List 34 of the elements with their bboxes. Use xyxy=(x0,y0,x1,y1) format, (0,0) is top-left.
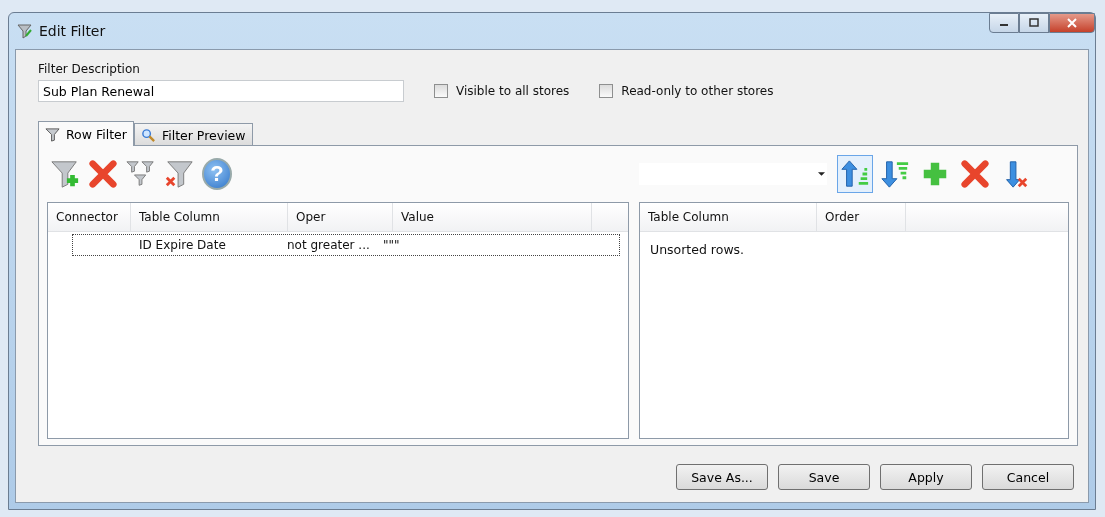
close-button[interactable] xyxy=(1049,13,1095,33)
column-header[interactable]: Oper xyxy=(288,203,393,231)
grid-row[interactable]: ID Expire Date not greater ... """ xyxy=(72,234,620,256)
dialog-button[interactable]: Apply xyxy=(880,464,972,490)
table-cell-text: """ xyxy=(382,237,401,254)
column-header[interactable]: Connector xyxy=(48,203,131,231)
minimize-button[interactable] xyxy=(989,13,1019,33)
empty-message: Unsorted rows. xyxy=(649,241,746,259)
dialog-button[interactable]: Cancel xyxy=(982,464,1074,490)
column-header[interactable]: Table Column xyxy=(640,203,817,231)
field-label: Filter Description xyxy=(38,62,141,76)
maximize-button[interactable] xyxy=(1019,13,1049,33)
funnel-icon xyxy=(45,127,60,142)
tab[interactable]: Filter Preview xyxy=(133,123,253,145)
checkbox-label: Read-only to other stores xyxy=(621,84,774,98)
checkbox[interactable] xyxy=(434,84,448,98)
search-icon xyxy=(140,127,156,143)
window-title: Edit Filter xyxy=(39,23,106,39)
dropdown-arrow-icon xyxy=(818,172,825,176)
column-header[interactable]: Value xyxy=(393,203,592,231)
table-cell-text: not greater ... xyxy=(286,237,371,254)
funnel-icon xyxy=(17,23,33,39)
table-cell-text: ID Expire Date xyxy=(138,237,227,254)
column-header[interactable]: Table Column xyxy=(131,203,288,231)
maximize-icon xyxy=(1028,18,1040,28)
checkbox-label: Visible to all stores xyxy=(456,84,570,98)
dialog-button[interactable]: Save xyxy=(778,464,870,490)
description-field[interactable]: Sub Plan Renewal xyxy=(38,80,404,102)
sort-ascending-button[interactable] xyxy=(837,155,873,193)
dialog-button[interactable]: Save As... xyxy=(676,464,768,490)
checkbox[interactable] xyxy=(599,84,614,98)
column-header[interactable]: Order xyxy=(817,203,906,231)
tab[interactable]: Row Filter xyxy=(38,121,134,146)
close-icon xyxy=(1066,18,1078,28)
